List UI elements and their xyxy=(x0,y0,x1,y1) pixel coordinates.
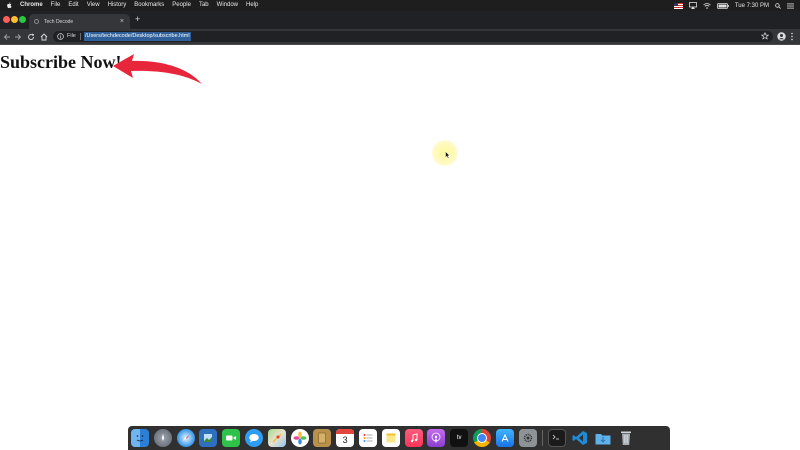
mouse-pointer-icon xyxy=(445,151,450,159)
browser-toolbar: File /Users/techdecode/Desktop/subscribe… xyxy=(0,29,800,45)
site-info-icon[interactable] xyxy=(57,33,64,40)
home-button[interactable] xyxy=(39,32,48,41)
notification-center-icon[interactable] xyxy=(787,3,794,9)
preview-icon[interactable] xyxy=(199,429,218,447)
page-heading: Subscribe Now! xyxy=(0,52,122,72)
menu-window[interactable]: Window xyxy=(217,0,238,11)
wifi-icon[interactable] xyxy=(703,2,711,9)
window-close-button[interactable] xyxy=(3,16,10,23)
chrome-center xyxy=(476,433,487,443)
url-scheme-label: File xyxy=(67,33,76,39)
reload-button[interactable] xyxy=(26,32,35,41)
browser-tab-strip: Tech Decode × + xyxy=(0,11,800,29)
menu-bar-clock[interactable]: Tue 7:30 PM xyxy=(735,3,769,9)
address-bar[interactable]: File /Users/techdecode/Desktop/subscribe… xyxy=(53,31,773,42)
facetime-icon[interactable] xyxy=(222,429,241,447)
reload-icon xyxy=(27,33,34,40)
profile-avatar-icon[interactable] xyxy=(777,32,786,41)
podcasts-icon[interactable] xyxy=(427,429,446,447)
chrome-menu-icon[interactable] xyxy=(790,32,794,41)
calendar-day: 3 xyxy=(342,435,348,445)
menu-edit[interactable]: Edit xyxy=(68,0,78,11)
home-icon xyxy=(40,32,47,40)
spotlight-search-icon[interactable] xyxy=(775,2,781,9)
finder-icon[interactable] xyxy=(131,429,149,447)
tab-favicon-icon xyxy=(34,19,39,24)
downloads-folder-icon[interactable] xyxy=(594,429,612,447)
menu-view[interactable]: View xyxy=(87,0,100,11)
back-button[interactable] xyxy=(2,32,11,41)
terminal-icon[interactable] xyxy=(548,429,567,447)
launchpad-icon[interactable] xyxy=(153,429,172,447)
chrome-icon[interactable] xyxy=(472,429,491,447)
reminders-icon[interactable] xyxy=(358,429,377,447)
back-arrow-icon xyxy=(3,33,10,40)
safari-icon[interactable] xyxy=(176,429,195,447)
dock-separator xyxy=(542,430,544,446)
bookmark-star-icon[interactable] xyxy=(761,32,769,40)
vscode-icon[interactable] xyxy=(571,429,589,447)
us-flag-input-icon[interactable] xyxy=(673,2,683,9)
photos-icon[interactable] xyxy=(290,429,309,447)
menu-bar-status-area: Tue 7:30 PM xyxy=(673,2,794,9)
calendar-icon[interactable]: 3 xyxy=(336,429,355,447)
maps-icon[interactable] xyxy=(267,429,286,447)
menu-app-chrome[interactable]: Chrome xyxy=(20,0,43,11)
new-tab-button[interactable]: + xyxy=(135,13,140,25)
red-curved-arrow-icon xyxy=(113,54,202,84)
stickies-icon[interactable] xyxy=(381,429,400,447)
notes-book-icon[interactable] xyxy=(313,429,332,447)
messages-icon[interactable] xyxy=(244,429,263,447)
music-icon[interactable] xyxy=(404,429,423,447)
apple-tv-label: tv xyxy=(456,435,462,441)
system-preferences-icon[interactable] xyxy=(518,429,537,447)
menu-help[interactable]: Help xyxy=(246,0,258,11)
battery-icon[interactable] xyxy=(716,2,729,9)
menu-file[interactable]: File xyxy=(51,0,61,11)
tab-title: Tech Decode xyxy=(44,18,74,25)
menu-people[interactable]: People xyxy=(172,0,191,11)
macos-dock: 3 tv xyxy=(128,426,670,450)
macos-menu-bar: Chrome File Edit View History Bookmarks … xyxy=(0,0,800,11)
apple-logo-icon[interactable] xyxy=(5,2,14,9)
trash-icon[interactable] xyxy=(617,429,635,447)
url-text-selected[interactable]: /Users/techdecode/Desktop/subscribe.html xyxy=(84,32,191,41)
menu-history[interactable]: History xyxy=(108,0,127,11)
menu-bookmarks[interactable]: Bookmarks xyxy=(134,0,164,11)
apple-tv-icon[interactable]: tv xyxy=(450,429,469,447)
menu-tab[interactable]: Tab xyxy=(199,0,209,11)
window-minimize-button[interactable] xyxy=(11,16,18,23)
forward-arrow-icon xyxy=(14,33,21,40)
window-zoom-button[interactable] xyxy=(19,16,26,23)
browser-tab-active[interactable]: Tech Decode × xyxy=(29,14,130,29)
airplay-icon[interactable] xyxy=(688,2,697,9)
app-store-icon[interactable] xyxy=(495,429,514,447)
tab-close-icon[interactable]: × xyxy=(120,17,124,26)
address-bar-separator xyxy=(80,33,81,40)
forward-button[interactable] xyxy=(13,32,22,41)
